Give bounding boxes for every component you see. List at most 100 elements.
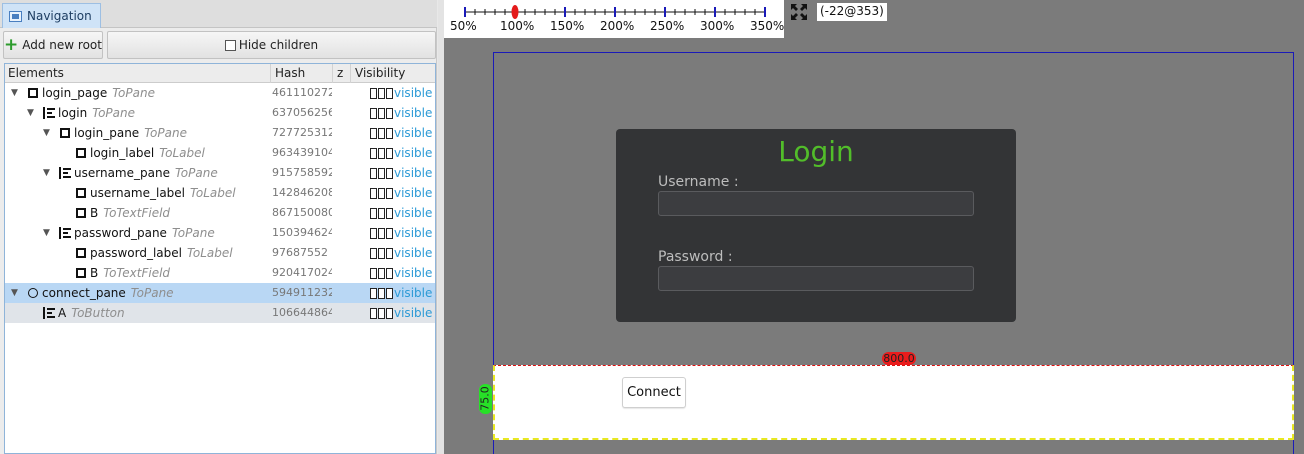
element-hash: 637056256 [272, 106, 332, 119]
tree-row[interactable]: ▼ username_pane ToPane 915758592 visible [5, 163, 435, 183]
visibility-link[interactable]: visible [394, 166, 432, 180]
expand-triangle-icon[interactable]: ▼ [11, 83, 18, 103]
visibility-link[interactable]: visible [394, 106, 432, 120]
password-field[interactable] [658, 266, 974, 291]
expand-triangle-icon[interactable]: ▼ [43, 163, 50, 183]
element-hash: 150394624 [272, 226, 332, 239]
visibility-box-icon[interactable] [386, 128, 393, 139]
visibility-link[interactable]: visible [394, 186, 432, 200]
element-name: password_pane [74, 226, 167, 240]
visibility-box-icon[interactable] [378, 308, 385, 319]
visibility-link[interactable]: visible [394, 146, 432, 160]
expand-triangle-icon[interactable]: ▼ [43, 123, 50, 143]
visibility-box-icon[interactable] [378, 248, 385, 259]
visibility-box-icon[interactable] [378, 188, 385, 199]
element-hash: 963439104 [272, 146, 332, 159]
visibility-box-icon[interactable] [386, 288, 393, 299]
element-name: login_page [42, 86, 108, 100]
visibility-link[interactable]: visible [394, 226, 432, 240]
visibility-box-icon[interactable] [370, 128, 377, 139]
visibility-link[interactable]: visible [394, 306, 432, 320]
visibility-box-icon[interactable] [378, 168, 385, 179]
connect-button[interactable]: Connect [622, 377, 686, 408]
visibility-box-icon[interactable] [370, 308, 377, 319]
visibility-link[interactable]: visible [394, 246, 432, 260]
zoom-label: 150% [550, 19, 585, 33]
visibility-box-icon[interactable] [378, 208, 385, 219]
username-field[interactable] [658, 191, 974, 216]
visibility-box-icon[interactable] [386, 108, 393, 119]
element-type: ToLabel [187, 246, 233, 260]
visibility-box-icon[interactable] [370, 148, 377, 159]
tree-row[interactable]: B ToTextField 920417024 visible [5, 263, 435, 283]
canvas-area[interactable]: 50% 100% 150% 200% 250% 300% 350% (-22@3… [444, 0, 1304, 454]
tree-row[interactable]: password_label ToLabel 97687552 visible [5, 243, 435, 263]
visibility-box-icon[interactable] [370, 208, 377, 219]
element-tree[interactable]: Elements Hash z Visibility ▼ login_page T… [4, 63, 436, 454]
pane-icon [76, 248, 86, 258]
tree-row[interactable]: B ToTextField 867150080 visible [5, 203, 435, 223]
visibility-box-icon[interactable] [386, 168, 393, 179]
tree-row-selected[interactable]: ▼ connect_pane ToPane 594911232 visible [5, 283, 435, 303]
visibility-box-icon[interactable] [386, 208, 393, 219]
visibility-box-icon[interactable] [386, 188, 393, 199]
tree-header: Elements Hash z Visibility [5, 64, 435, 83]
expand-triangle-icon[interactable]: ▼ [27, 103, 34, 123]
tree-row[interactable]: ▼ login ToPane 637056256 visible [5, 103, 435, 123]
tree-row[interactable]: ▼ login_pane ToPane 727725312 visible [5, 123, 435, 143]
column-header-visibility[interactable]: Visibility [351, 64, 435, 83]
visibility-link[interactable]: visible [394, 126, 432, 140]
visibility-box-icon[interactable] [378, 228, 385, 239]
login-card[interactable]: Login Username : Password : [616, 129, 1016, 322]
tab-navigation[interactable]: Navigation [2, 3, 101, 28]
visibility-box-icon[interactable] [386, 248, 393, 259]
visibility-link[interactable]: visible [394, 266, 432, 280]
tab-navigation-label: Navigation [27, 9, 92, 23]
zoom-slider[interactable]: 50% 100% 150% 200% 250% 300% 350% [444, 0, 784, 38]
tree-row[interactable]: login_label ToLabel 963439104 visible [5, 143, 435, 163]
visibility-box-icon[interactable] [370, 268, 377, 279]
add-new-root-button[interactable]: + Add new root [3, 31, 103, 59]
visibility-box-icon[interactable] [378, 148, 385, 159]
pane-icon [76, 188, 86, 198]
visibility-box-icon[interactable] [378, 108, 385, 119]
visibility-box-icon[interactable] [386, 88, 393, 99]
visibility-box-icon[interactable] [370, 168, 377, 179]
pane-icon [76, 148, 86, 158]
visibility-box-icon[interactable] [378, 268, 385, 279]
visibility-box-icon[interactable] [370, 228, 377, 239]
height-badge: 75.0 [479, 384, 492, 414]
visibility-box-icon[interactable] [378, 288, 385, 299]
hide-children-checkbox[interactable] [224, 39, 236, 51]
visibility-box-icon[interactable] [386, 148, 393, 159]
visibility-box-icon[interactable] [370, 288, 377, 299]
tree-row[interactable]: ▼ login_page ToPane 461110272 visible [5, 83, 435, 103]
column-header-hash[interactable]: Hash [271, 64, 333, 83]
visibility-link[interactable]: visible [394, 286, 432, 300]
visibility-box-icon[interactable] [386, 308, 393, 319]
hide-children-toggle[interactable]: Hide children [107, 31, 436, 59]
visibility-box-icon[interactable] [378, 88, 385, 99]
visibility-box-icon[interactable] [370, 188, 377, 199]
vbox-icon [43, 307, 55, 319]
expand-triangle-icon[interactable]: ▼ [11, 283, 18, 303]
tree-row[interactable]: A ToButton 106644864 visible [5, 303, 435, 323]
visibility-box-icon[interactable] [370, 248, 377, 259]
visibility-box-icon[interactable] [370, 88, 377, 99]
element-type: ToPane [174, 166, 218, 180]
column-header-elements[interactable]: Elements [5, 64, 271, 83]
visibility-link[interactable]: visible [394, 86, 432, 100]
visibility-box-icon[interactable] [386, 268, 393, 279]
tree-row[interactable]: username_label ToLabel 142846208 visible [5, 183, 435, 203]
visibility-box-icon[interactable] [378, 128, 385, 139]
tree-row[interactable]: ▼ password_pane ToPane 150394624 visible [5, 223, 435, 243]
visibility-link[interactable]: visible [394, 206, 432, 220]
connect-pane[interactable]: Connect [493, 365, 1294, 440]
width-badge: 800.0 [882, 352, 916, 365]
pane-icon [76, 208, 86, 218]
visibility-box-icon[interactable] [386, 228, 393, 239]
expand-triangle-icon[interactable]: ▼ [43, 223, 50, 243]
fit-screen-icon[interactable] [790, 3, 808, 21]
visibility-box-icon[interactable] [370, 108, 377, 119]
column-header-z[interactable]: z [333, 64, 351, 83]
